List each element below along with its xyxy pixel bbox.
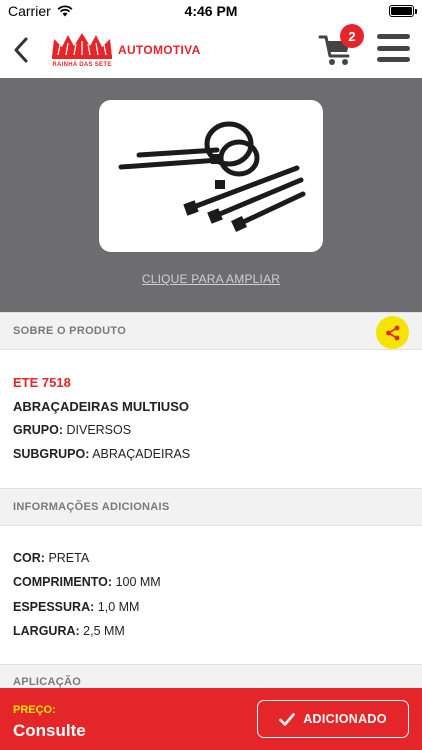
wifi-icon bbox=[57, 5, 73, 17]
spec-label: COR: bbox=[13, 551, 45, 565]
checkmark-icon bbox=[279, 712, 296, 726]
section-header-additional: INFORMAÇÕES ADICIONAIS bbox=[0, 488, 422, 526]
spec-row: COR: PRETA bbox=[13, 551, 89, 565]
menu-bar bbox=[377, 57, 410, 62]
add-button-label: ADICIONADO bbox=[303, 712, 387, 726]
carrier-name: Carrier bbox=[8, 3, 51, 19]
group-value: DIVERSOS bbox=[66, 423, 132, 437]
spec-label: COMPRIMENTO: bbox=[13, 575, 113, 589]
carrier-info: Carrier bbox=[8, 3, 73, 19]
product-group: GRUPO: DIVERSOS bbox=[13, 423, 131, 437]
battery-icon bbox=[389, 5, 417, 17]
menu-bar bbox=[377, 34, 410, 39]
status-bar: Carrier 4:46 PM bbox=[0, 0, 422, 22]
chevron-left-icon bbox=[14, 37, 28, 63]
group-label: GRUPO: bbox=[13, 423, 63, 437]
added-to-cart-button[interactable]: ADICIONADO bbox=[257, 700, 409, 738]
section-title: APLICAÇÃO bbox=[13, 676, 82, 688]
product-image[interactable] bbox=[99, 100, 323, 252]
bottom-bar: PREÇO: Consulte ADICIONADO bbox=[0, 688, 422, 750]
spec-value: PRETA bbox=[48, 551, 90, 565]
spec-value: 100 MM bbox=[115, 575, 161, 589]
section-header-about: SOBRE O PRODUTO bbox=[0, 312, 422, 350]
product-image-area: CLIQUE PARA AMPLIAR bbox=[0, 78, 422, 312]
app-header: RAINHA DAS SETE AUTOMOTIVA 2 bbox=[0, 22, 422, 78]
product-name: ABRAÇADEIRAS MULTIUSO bbox=[13, 399, 189, 414]
spec-label: ESPESSURA: bbox=[13, 600, 95, 614]
subgroup-label: SUBGRUPO: bbox=[13, 447, 90, 461]
section-title: SOBRE O PRODUTO bbox=[13, 325, 127, 337]
spec-label: LARGURA: bbox=[13, 624, 80, 638]
spec-value: 1,0 MM bbox=[97, 600, 140, 614]
product-subgroup: SUBGRUPO: ABRAÇADEIRAS bbox=[13, 447, 190, 461]
back-button[interactable] bbox=[4, 30, 38, 70]
cart-count-badge: 2 bbox=[340, 24, 364, 48]
section-title: INFORMAÇÕES ADICIONAIS bbox=[13, 501, 170, 513]
cart-button[interactable]: 2 bbox=[318, 24, 364, 68]
share-button[interactable] bbox=[376, 316, 409, 349]
price-value: Consulte bbox=[13, 721, 86, 740]
spec-row: COMPRIMENTO: 100 MM bbox=[13, 575, 161, 589]
logo-subtitle: RAINHA DAS SETE bbox=[52, 62, 112, 68]
crown-logo-icon: RAINHA DAS SETE bbox=[50, 33, 112, 68]
product-code: ETE 7518 bbox=[13, 375, 71, 390]
share-icon bbox=[385, 325, 399, 340]
spec-value: 2,5 MM bbox=[83, 624, 125, 638]
brand-logo: RAINHA DAS SETE AUTOMOTIVA bbox=[50, 33, 201, 68]
spec-row: LARGURA: 2,5 MM bbox=[13, 624, 125, 638]
menu-bar bbox=[377, 45, 410, 51]
spec-row: ESPESSURA: 1,0 MM bbox=[13, 600, 139, 614]
zoom-link[interactable]: CLIQUE PARA AMPLIAR bbox=[0, 272, 422, 286]
subgroup-value: ABRAÇADEIRAS bbox=[92, 447, 191, 461]
menu-button[interactable] bbox=[377, 32, 410, 64]
logo-text: AUTOMOTIVA bbox=[118, 43, 201, 57]
price-label: PREÇO: bbox=[13, 704, 56, 716]
